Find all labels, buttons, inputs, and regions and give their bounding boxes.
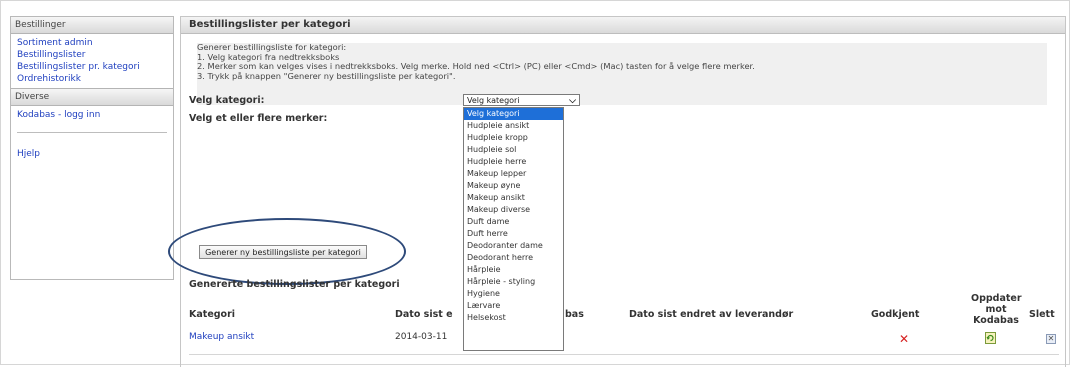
- delete-icon[interactable]: ✕: [1046, 334, 1056, 344]
- col-header-godkjent: Godkjent: [871, 309, 920, 320]
- page-title: Bestillingslister per kategori: [181, 17, 1065, 34]
- instructions-box: Generer bestillingsliste for kategori: 1…: [197, 42, 1047, 105]
- col-header-slett: Slett: [1029, 309, 1055, 320]
- row-kategori-link[interactable]: Makeup ansikt: [189, 332, 254, 342]
- col-header-oppdater-line: mot: [985, 304, 1007, 315]
- sidebar-link-bestillingslister-kategori[interactable]: Bestillingslister pr. kategori: [17, 61, 173, 73]
- category-option[interactable]: Duft herre: [464, 228, 563, 240]
- category-option[interactable]: Duft dame: [464, 216, 563, 228]
- not-approved-icon[interactable]: ✕: [899, 333, 909, 345]
- sidebar-link-sortiment-admin[interactable]: Sortiment admin: [17, 37, 173, 49]
- category-option[interactable]: Hygiene: [464, 288, 563, 300]
- category-label: Velg kategori:: [189, 95, 265, 106]
- refresh-icon[interactable]: [985, 332, 996, 344]
- category-option[interactable]: Makeup ansikt: [464, 192, 563, 204]
- sidebar-link-bestillingslister[interactable]: Bestillingslister: [17, 49, 173, 61]
- category-option[interactable]: Makeup diverse: [464, 204, 563, 216]
- sidebar-link-help[interactable]: Hjelp: [17, 148, 173, 160]
- generated-lists-title: Genererte bestillingslister per kategori: [189, 279, 400, 290]
- sidebar-divider: [17, 132, 167, 133]
- col-header-oppdater: Oppdater mot Kodabas: [971, 293, 1022, 326]
- sidebar-section-diverse: Diverse: [11, 88, 173, 106]
- category-option[interactable]: Makeup lepper: [464, 168, 563, 180]
- category-option[interactable]: Hudpleie sol: [464, 144, 563, 156]
- sidebar-link-ordrehistorikk[interactable]: Ordrehistorikk: [17, 73, 173, 85]
- sidebar-link-kodabas-login[interactable]: Kodabas - logg inn: [17, 109, 173, 121]
- sidebar-section-bestillinger: Bestillinger: [11, 17, 173, 34]
- main-panel: Bestillingslister per kategori Generer b…: [168, 16, 1066, 367]
- category-option[interactable]: Velg kategori: [464, 108, 563, 120]
- col-header-dato-endret: Dato sist endret av leverandør: [629, 309, 794, 320]
- category-option[interactable]: Helsekost: [464, 312, 563, 324]
- category-option[interactable]: Hårpleie: [464, 264, 563, 276]
- category-option[interactable]: Lærvare: [464, 300, 563, 312]
- col-header-kodabas: bas: [565, 309, 584, 320]
- category-option[interactable]: Hudpleie kropp: [464, 132, 563, 144]
- category-option[interactable]: Deodorant herre: [464, 252, 563, 264]
- category-select[interactable]: Velg kategori ⌵: [463, 94, 580, 106]
- col-header-dato-sist: Dato sist e: [395, 309, 453, 320]
- col-header-oppdater-line: Oppdater: [971, 293, 1022, 304]
- col-header-kategori: Kategori: [189, 309, 236, 320]
- generate-list-button[interactable]: Generer ny bestillingsliste per kategori: [199, 245, 367, 259]
- sidebar: Bestillinger Sortiment admin Bestillings…: [10, 16, 174, 280]
- category-select-value: Velg kategori: [467, 96, 520, 105]
- category-option[interactable]: Makeup øyne: [464, 180, 563, 192]
- instruction-line: 3. Trykk på knappen "Generer ny bestilli…: [197, 70, 456, 81]
- brands-label: Velg et eller flere merker:: [189, 113, 328, 124]
- row-dato: 2014-03-11: [395, 332, 448, 342]
- chevron-down-icon: ⌵: [569, 96, 576, 106]
- col-header-oppdater-line: Kodabas: [973, 315, 1019, 326]
- category-option[interactable]: Hårpleie - styling: [464, 276, 563, 288]
- category-option[interactable]: Hudpleie ansikt: [464, 120, 563, 132]
- category-option[interactable]: Deodoranter dame: [464, 240, 563, 252]
- category-dropdown-list: Velg kategori Hudpleie ansikt Hudpleie kro…: [463, 107, 564, 351]
- table-row-divider: [189, 354, 1059, 355]
- category-option[interactable]: Hudpleie herre: [464, 156, 563, 168]
